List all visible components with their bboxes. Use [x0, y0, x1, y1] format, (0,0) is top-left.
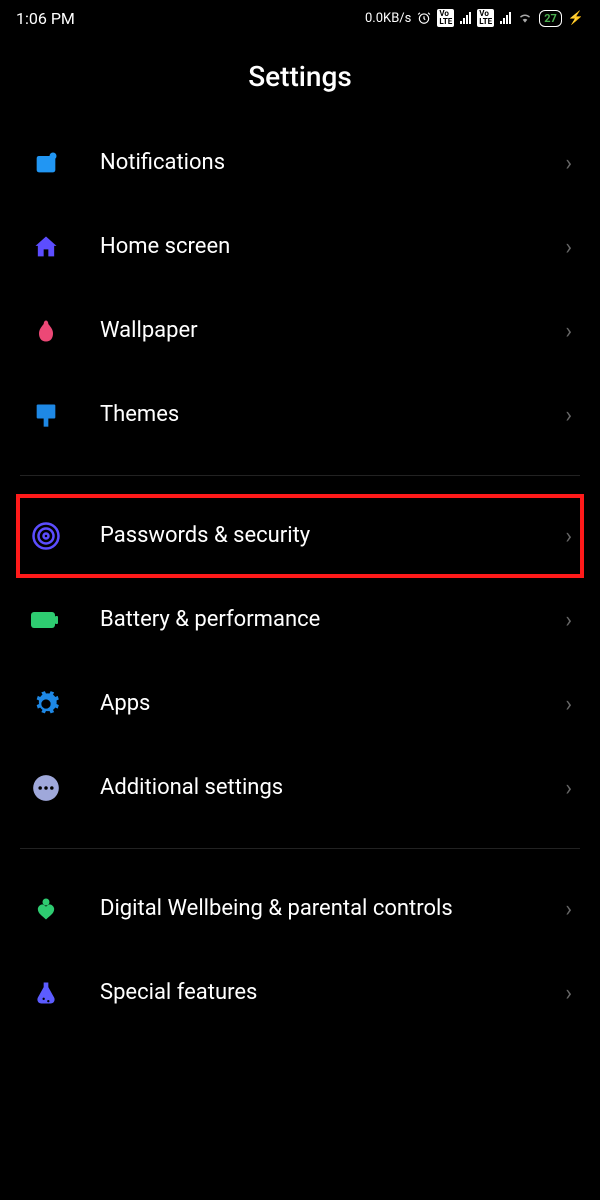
more-icon	[28, 770, 64, 806]
chevron-right-icon: ›	[565, 151, 572, 176]
status-time: 1:06 PM	[16, 9, 75, 28]
settings-item-additional[interactable]: Additional settings ›	[20, 746, 580, 830]
item-label: Digital Wellbeing & parental controls	[100, 895, 557, 924]
settings-item-battery[interactable]: Battery & performance ›	[20, 578, 580, 662]
settings-item-themes[interactable]: Themes ›	[20, 373, 580, 457]
chevron-right-icon: ›	[565, 524, 572, 549]
settings-item-home-screen[interactable]: Home screen ›	[20, 205, 580, 289]
gear-icon	[28, 686, 64, 722]
chevron-right-icon: ›	[565, 981, 572, 1006]
settings-list: Notifications › Home screen › Wallpaper …	[0, 121, 600, 1035]
item-label: Additional settings	[100, 774, 557, 803]
signal-icon-2	[500, 12, 511, 24]
item-label: Passwords & security	[100, 522, 557, 551]
fingerprint-icon	[28, 518, 64, 554]
item-label: Special features	[100, 979, 557, 1008]
settings-item-wallpaper[interactable]: Wallpaper ›	[20, 289, 580, 373]
signal-icon-1	[460, 12, 471, 24]
divider	[20, 475, 580, 476]
item-label: Battery & performance	[100, 606, 557, 635]
item-label: Home screen	[100, 233, 557, 262]
item-label: Themes	[100, 401, 557, 430]
chevron-right-icon: ›	[565, 692, 572, 717]
settings-item-special-features[interactable]: Special features ›	[20, 951, 580, 1035]
chevron-right-icon: ›	[565, 897, 572, 922]
alarm-icon	[417, 11, 431, 25]
chevron-right-icon: ›	[565, 319, 572, 344]
status-bar: 1:06 PM 0.0KB/s VoLTE VoLTE 27 ⚡	[0, 0, 600, 36]
item-label: Notifications	[100, 149, 557, 178]
volte-icon-1: VoLTE	[437, 9, 454, 27]
battery-icon	[28, 602, 64, 638]
volte-icon-2: VoLTE	[477, 9, 494, 27]
page-title: Settings	[0, 36, 600, 121]
chevron-right-icon: ›	[565, 608, 572, 633]
settings-item-apps[interactable]: Apps ›	[20, 662, 580, 746]
themes-icon	[28, 397, 64, 433]
flask-icon	[28, 975, 64, 1011]
settings-item-wellbeing[interactable]: Digital Wellbeing & parental controls ›	[20, 867, 580, 951]
status-right: 0.0KB/s VoLTE VoLTE 27 ⚡	[365, 9, 584, 27]
settings-item-notifications[interactable]: Notifications ›	[20, 121, 580, 205]
chevron-right-icon: ›	[565, 235, 572, 260]
item-label: Wallpaper	[100, 317, 557, 346]
notifications-icon	[28, 145, 64, 181]
wifi-icon	[517, 11, 533, 25]
chevron-right-icon: ›	[565, 403, 572, 428]
wellbeing-icon	[28, 891, 64, 927]
item-label: Apps	[100, 690, 557, 719]
divider	[20, 848, 580, 849]
home-icon	[28, 229, 64, 265]
settings-item-passwords-security[interactable]: Passwords & security ›	[16, 494, 584, 578]
battery-icon: 27	[539, 10, 562, 27]
charging-icon: ⚡	[568, 11, 584, 26]
wallpaper-icon	[28, 313, 64, 349]
chevron-right-icon: ›	[565, 776, 572, 801]
network-speed: 0.0KB/s	[365, 11, 411, 26]
